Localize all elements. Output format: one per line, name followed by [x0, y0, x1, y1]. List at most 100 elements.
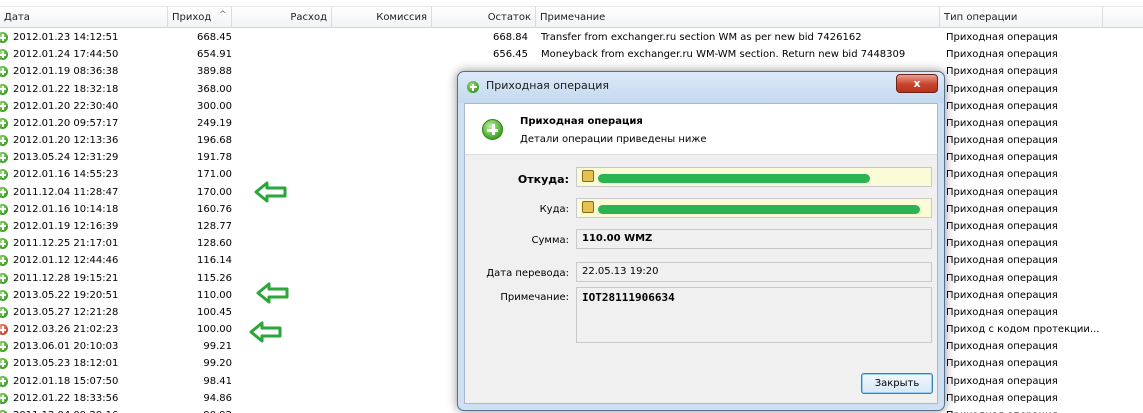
- plus-icon: [482, 119, 503, 140]
- type-cell: Приходная операция: [946, 306, 1058, 318]
- plus-icon: [0, 203, 8, 215]
- column-header-commission[interactable]: Комиссия: [332, 7, 432, 28]
- date-text: 2012.01.16 10:14:18: [13, 203, 119, 215]
- dialog-title: Приходная операция: [486, 79, 609, 92]
- date-cell: 2011.12.04 09:29:16: [0, 407, 168, 413]
- date-cell: 2013.05.24 12:31:29: [0, 149, 168, 166]
- date-label: Дата перевода:: [486, 268, 569, 279]
- type-cell: Приходная операция: [946, 152, 1058, 164]
- date-text: 2012.01.12 12:44:46: [13, 255, 119, 267]
- type-cell: Приходная операция: [946, 220, 1058, 232]
- date-text: 2012.01.23 14:12:51: [13, 32, 119, 43]
- date-cell: 2012.01.20 22:30:40: [0, 98, 168, 115]
- plus-icon: [0, 32, 8, 43]
- dialog-header: Приходная операция Детали операции приве…: [465, 104, 937, 155]
- dialog-header-subtitle: Детали операции приведены ниже: [520, 134, 707, 145]
- plus-icon: [0, 341, 8, 353]
- income-cell: 196.68: [197, 135, 232, 147]
- plus-icon: [467, 81, 479, 93]
- income-cell: 99.20: [203, 358, 232, 370]
- date-text: 2012.01.19 12:16:39: [13, 220, 119, 232]
- type-cell: Приходная операция: [946, 66, 1058, 78]
- transaction-details-dialog: Приходная операция x Приходная операция …: [457, 71, 945, 411]
- date-cell: 2012.01.20 12:13:36: [0, 132, 168, 149]
- amount-label: Сумма:: [531, 235, 570, 246]
- income-cell: 668.45: [197, 32, 232, 43]
- redaction-mark: [598, 174, 870, 183]
- date-text: 2012.01.20 22:30:40: [13, 100, 119, 112]
- date-field[interactable]: 22.05.13 19:20: [576, 262, 932, 282]
- date-cell: 2012.01.20 09:57:17: [0, 115, 168, 132]
- amount-field[interactable]: 110.00 WMZ: [576, 229, 932, 249]
- dialog-titlebar[interactable]: Приходная операция x: [458, 72, 944, 103]
- date-cell: 2013.05.22 19:20:51: [0, 287, 168, 304]
- income-cell: 116.14: [197, 255, 232, 267]
- date-text: 2011.12.28 19:15:21: [13, 272, 119, 284]
- type-cell: Приходная операция: [946, 117, 1058, 129]
- date-cell: 2012.01.19 08:36:38: [0, 63, 168, 80]
- plus-icon: [0, 83, 8, 95]
- type-cell: Приходная операция: [946, 83, 1058, 95]
- income-cell: 249.19: [197, 117, 232, 129]
- plus-icon: [0, 117, 8, 129]
- type-cell: Приходная операция: [946, 186, 1058, 198]
- date-cell: 2012.01.18 15:07:50: [0, 373, 168, 390]
- income-cell: 300.00: [197, 100, 232, 112]
- close-button[interactable]: x: [896, 74, 938, 93]
- date-cell: 2012.01.24 17:44:50: [0, 46, 168, 63]
- balance-cell: 656.45: [493, 49, 528, 61]
- note-cell: Transfer from exchanger.ru section WM as…: [541, 32, 862, 43]
- purse-icon: [582, 170, 594, 182]
- table-row[interactable]: 2012.01.23 14:12:51 668.45 668.84 Transfer …: [0, 29, 1143, 46]
- table-row[interactable]: 2012.01.24 17:44:50 654.91 656.45 Moneyback…: [0, 46, 1143, 63]
- plus-icon: [0, 238, 8, 250]
- left-arrow-icon: [254, 181, 287, 203]
- date-cell: 2013.06.01 20:10:03: [0, 338, 168, 355]
- date-text: 2012.03.26 21:02:23: [13, 324, 119, 336]
- date-text: 2012.01.19 08:36:38: [13, 66, 119, 78]
- income-cell: 191.78: [197, 152, 232, 164]
- plus-icon: [0, 135, 8, 147]
- date-text: 2011.12.04 11:28:47: [13, 186, 119, 198]
- plus-icon: [0, 100, 8, 112]
- date-text: 2012.01.22 18:32:18: [13, 83, 119, 95]
- date-cell: 2012.01.22 18:33:56: [0, 390, 168, 407]
- date-cell: 2012.01.22 18:32:18: [0, 81, 168, 98]
- date-text: 2012.01.20 09:57:17: [13, 117, 119, 129]
- column-header-type[interactable]: Тип операции: [940, 7, 1103, 28]
- type-cell: Приходная операция: [946, 203, 1058, 215]
- type-cell: Приход с кодом протекции...: [946, 324, 1100, 336]
- type-cell: Приходная операция: [946, 238, 1058, 250]
- type-cell: Приходная операция: [946, 169, 1058, 181]
- income-cell: 110.00: [197, 289, 232, 301]
- type-cell: Приходная операция: [946, 375, 1058, 387]
- column-header-note[interactable]: Примечание: [536, 7, 940, 28]
- income-cell: 171.00: [197, 169, 232, 181]
- type-cell: Приходная операция: [946, 255, 1058, 267]
- note-cell: Moneyback from exchanger.ru WM-WM sectio…: [541, 49, 906, 61]
- date-text: 2012.01.16 14:55:23: [13, 169, 119, 181]
- type-cell: Приходная операция: [946, 358, 1058, 370]
- date-cell: 2011.12.25 21:17:01: [0, 235, 168, 252]
- memo-field[interactable]: IOT28111906634: [576, 287, 932, 343]
- column-header-date[interactable]: Дата: [0, 7, 168, 28]
- plus-icon: [0, 169, 8, 181]
- column-header-balance[interactable]: Остаток: [432, 7, 536, 28]
- type-cell: Приходная операция: [946, 32, 1058, 43]
- type-cell: Приходная операция: [946, 49, 1058, 61]
- plus-icon: [0, 255, 8, 267]
- date-cell: 2012.03.26 21:02:23: [0, 321, 168, 338]
- plus-icon: [0, 358, 8, 370]
- date-text: 2011.12.04 09:29:16: [13, 407, 118, 413]
- date-text: 2011.12.25 21:17:01: [13, 238, 119, 250]
- close-dialog-button[interactable]: Закрыть: [861, 373, 933, 394]
- left-arrow-icon: [256, 282, 289, 304]
- date-cell: 2012.01.12 12:44:46: [0, 252, 168, 269]
- date-text: 2012.01.20 12:13:36: [13, 135, 119, 147]
- income-cell: 98.41: [203, 375, 232, 387]
- column-header-expense[interactable]: Расход: [232, 7, 332, 28]
- income-cell: 128.77: [197, 220, 232, 232]
- date-cell: 2012.01.19 12:16:39: [0, 218, 168, 235]
- type-cell: Приходная операция: [946, 289, 1058, 301]
- date-cell: 2012.01.23 14:12:51: [0, 29, 168, 46]
